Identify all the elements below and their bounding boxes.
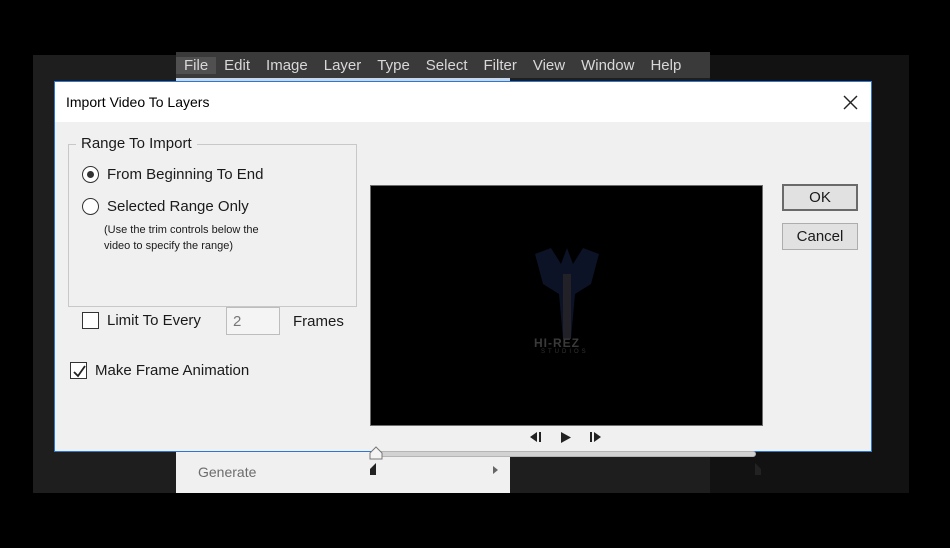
limit-frames-input[interactable] [226, 307, 280, 335]
menu-layer[interactable]: Layer [316, 57, 370, 74]
checkbox-checked[interactable] [70, 362, 87, 379]
menu-window[interactable]: Window [573, 57, 642, 74]
playhead-thumb[interactable] [369, 446, 383, 460]
checkmark-icon [73, 365, 86, 378]
menu-item-generate[interactable]: Generate [198, 464, 256, 480]
video-logo-subtext: STUDIOS [541, 349, 589, 355]
close-button[interactable] [835, 88, 865, 116]
frames-label: Frames [293, 313, 344, 330]
trim-slider-track[interactable] [374, 451, 756, 457]
radio-selected-range-label: Selected Range Only [107, 198, 249, 215]
menu-type[interactable]: Type [369, 57, 418, 74]
range-group-legend: Range To Import [76, 135, 197, 152]
play-icon [561, 431, 571, 443]
import-video-dialog: Import Video To Layers Range To Import F… [54, 81, 872, 475]
radio-button-checked[interactable] [82, 166, 99, 183]
dialog-titlebar[interactable]: Import Video To Layers [55, 82, 871, 122]
limit-to-every-checkbox[interactable]: Limit To Every [82, 312, 201, 329]
make-frame-animation-checkbox[interactable]: Make Frame Animation [70, 362, 249, 379]
menu-image[interactable]: Image [258, 57, 316, 74]
menu-edit[interactable]: Edit [216, 57, 258, 74]
limit-to-every-label: Limit To Every [107, 312, 201, 329]
step-back-button[interactable] [527, 430, 543, 444]
menu-select[interactable]: Select [418, 57, 476, 74]
step-forward-icon [589, 432, 601, 442]
dialog-body: Range To Import From Beginning To End Se… [55, 122, 871, 475]
menu-file[interactable]: File [176, 56, 217, 74]
checkbox-unchecked[interactable] [82, 312, 99, 329]
close-icon [843, 95, 857, 109]
radio-from-beginning-label: From Beginning To End [107, 166, 264, 183]
trim-start-marker[interactable] [369, 462, 377, 476]
menu-view[interactable]: View [525, 57, 573, 74]
cancel-button[interactable]: Cancel [782, 223, 858, 250]
dialog-title: Import Video To Layers [66, 94, 210, 110]
radio-from-beginning[interactable]: From Beginning To End [82, 166, 263, 183]
radio-button-unchecked[interactable] [82, 198, 99, 215]
trim-end-marker[interactable] [754, 462, 762, 476]
range-hint-line1: (Use the trim controls below the [104, 224, 259, 236]
menu-help[interactable]: Help [642, 57, 689, 74]
file-menu-dropdown: Generate [176, 452, 510, 493]
play-button[interactable] [558, 430, 574, 444]
radio-selected-range[interactable]: Selected Range Only [82, 198, 249, 215]
video-logo-text: HI-REZ [534, 336, 580, 350]
step-forward-button[interactable] [587, 430, 603, 444]
step-back-icon [529, 432, 541, 442]
range-hint-line2: video to specify the range) [104, 240, 234, 252]
video-preview: HI-REZ STUDIOS [370, 185, 763, 426]
ok-button[interactable]: OK [782, 184, 858, 211]
make-frame-animation-label: Make Frame Animation [95, 362, 250, 379]
submenu-arrow-icon [493, 466, 498, 474]
menubar: File Edit Image Layer Type Select Filter… [176, 52, 710, 78]
menu-filter[interactable]: Filter [476, 57, 525, 74]
